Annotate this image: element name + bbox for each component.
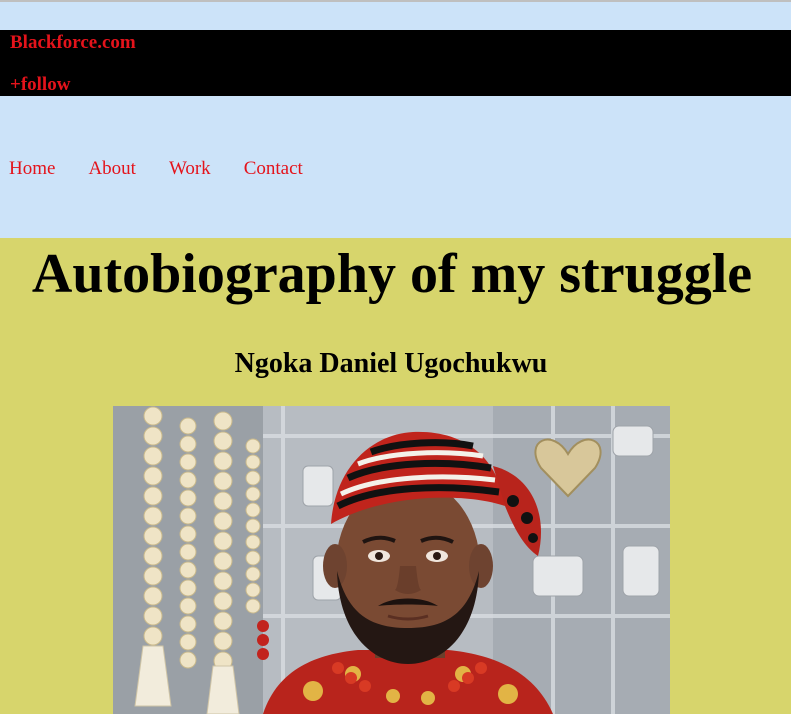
- content-section: Autobiography of my struggle Ngoka Danie…: [0, 238, 791, 714]
- site-brand[interactable]: Blackforce.com: [10, 32, 136, 54]
- author-name: Ngoka Daniel Ugochukwu: [234, 348, 548, 379]
- author-photo: [113, 406, 670, 714]
- top-border: [0, 0, 791, 2]
- nav-home[interactable]: Home: [9, 158, 55, 180]
- nav-contact[interactable]: Contact: [244, 158, 303, 180]
- page-title: Autobiography of my struggle: [31, 243, 753, 305]
- main-nav: Home About Work Contact: [9, 158, 336, 180]
- nav-work[interactable]: Work: [169, 158, 211, 180]
- brand-bar: Blackforce.com +follow: [0, 30, 791, 96]
- follow-link[interactable]: +follow: [10, 74, 70, 96]
- nav-about[interactable]: About: [88, 158, 136, 180]
